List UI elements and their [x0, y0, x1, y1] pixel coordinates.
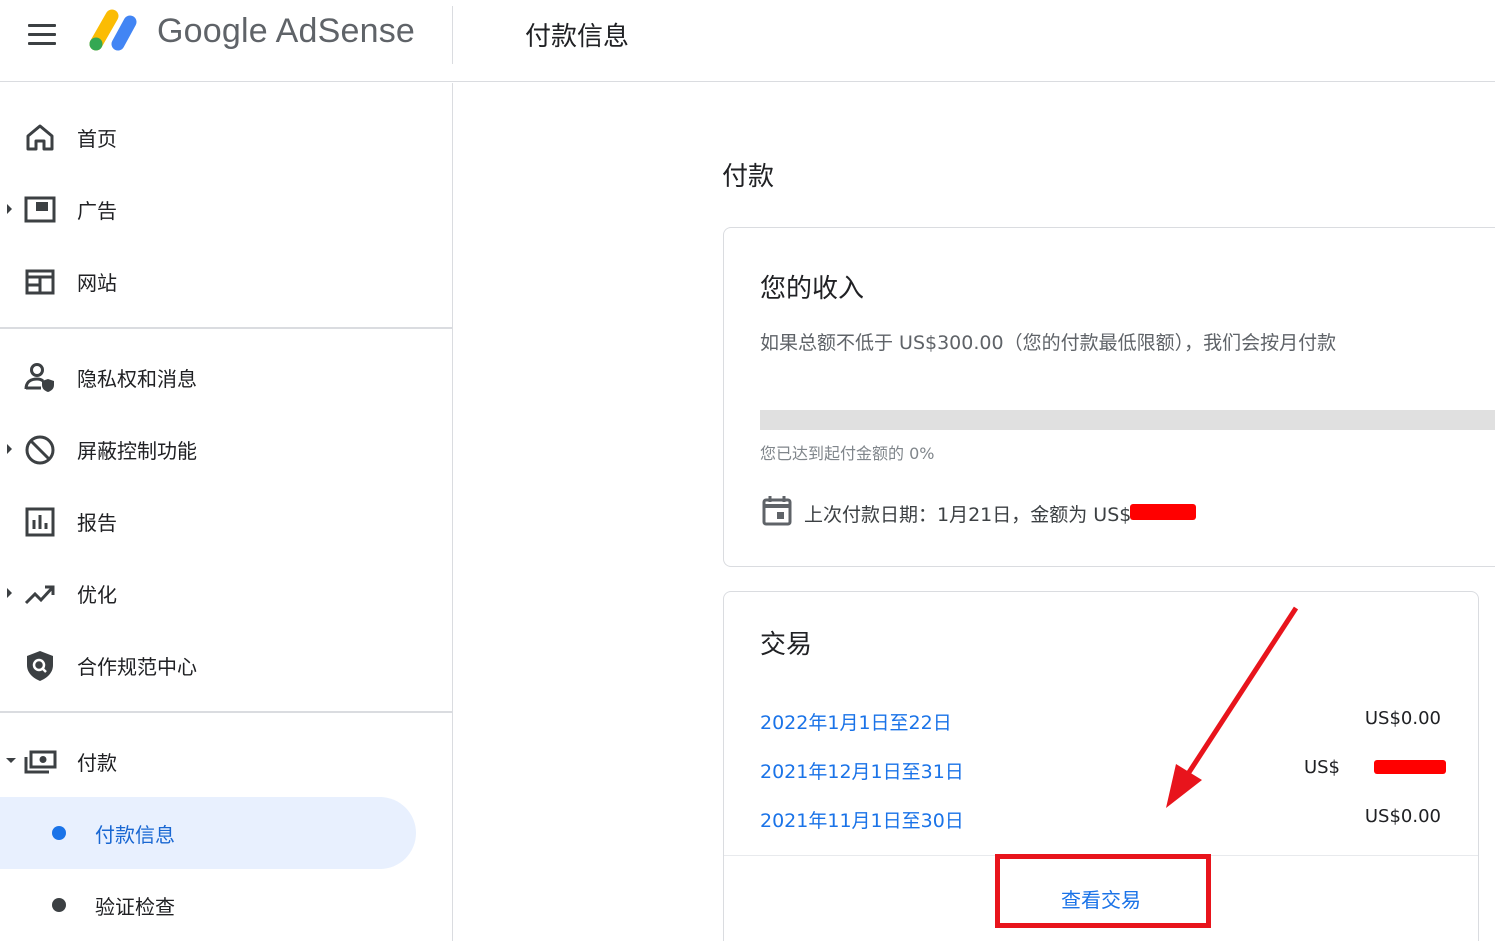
adsense-logo-icon: [89, 9, 137, 51]
sidebar-item-label: 报告: [77, 511, 117, 535]
sidebar-subitem-verification[interactable]: 验证检查: [0, 869, 416, 941]
page-title: 付款信息: [525, 22, 630, 52]
sidebar-subitem-label: 验证检查: [95, 895, 175, 919]
section-heading: 付款: [722, 162, 775, 192]
sidebar-item-label: 合作规范中心: [77, 655, 197, 679]
top-app-bar: Google AdSense 付款信息: [0, 0, 1495, 82]
transaction-amount: US$0.00: [1364, 806, 1441, 827]
sidebar-item-label: 网站: [77, 271, 117, 295]
sidebar-subitem-label: 付款信息: [95, 823, 175, 847]
sidebar-item-label: 首页: [77, 127, 117, 151]
sidebar-item-privacy[interactable]: 隐私权和消息: [0, 347, 452, 407]
income-card: 您的收入 如果总额不低于 US$300.00（您的付款最低限额），我们会按月付款…: [723, 227, 1495, 567]
transaction-date-link[interactable]: 2022年1月1日至22日: [760, 708, 952, 735]
sidebar-item-label: 广告: [77, 199, 117, 223]
payment-threshold-progress-bar: [760, 410, 1495, 430]
sidebar-item-blocking-controls[interactable]: 屏蔽控制功能: [0, 419, 452, 479]
bullet-dot-icon: [52, 898, 66, 912]
sidebar-item-reports[interactable]: 报告: [0, 491, 452, 551]
sites-icon: [25, 269, 55, 295]
privacy-icon: [24, 363, 54, 392]
expand-caret-icon[interactable]: [7, 444, 12, 454]
redaction-mark: [1374, 760, 1446, 774]
sidebar-item-label: 隐私权和消息: [77, 367, 197, 391]
ads-icon: [24, 196, 56, 223]
redaction-mark: [1130, 504, 1196, 520]
home-icon: [26, 124, 54, 151]
menu-icon[interactable]: [24, 20, 60, 50]
transaction-row: 2021年12月1日至31日 US$: [760, 755, 1444, 785]
expand-caret-icon[interactable]: [7, 204, 12, 214]
bullet-dot-icon: [52, 826, 66, 840]
sidebar-subitem-payment-info[interactable]: 付款信息: [0, 797, 416, 869]
sidebar-item-label: 屏蔽控制功能: [77, 439, 197, 463]
sidebar-item-optimization[interactable]: 优化: [0, 563, 452, 623]
annotation-highlight-box: [995, 854, 1211, 928]
sidebar-item-home[interactable]: 首页: [0, 107, 452, 167]
transaction-amount: US$0.00: [1364, 708, 1441, 729]
transaction-row: 2021年11月1日至30日 US$0.00: [760, 804, 1444, 834]
transaction-date-link[interactable]: 2021年11月1日至30日: [760, 806, 964, 833]
sidebar: 首页 广告 网站 隐私权和消息 屏蔽控制功能 报告 优化 合作规范中心 付款 付…: [0, 83, 453, 941]
transaction-date-link[interactable]: 2021年12月1日至31日: [760, 757, 964, 784]
annotation-arrow-icon: [1166, 606, 1299, 808]
sidebar-item-payments[interactable]: 付款: [0, 731, 452, 791]
header-divider: [452, 6, 453, 64]
sidebar-item-sites[interactable]: 网站: [0, 251, 452, 311]
progress-text: 您已达到起付金额的 0%: [760, 444, 935, 463]
block-icon: [25, 435, 55, 465]
collapse-caret-icon[interactable]: [6, 758, 16, 763]
sidebar-divider: [0, 711, 452, 713]
payments-icon: [24, 750, 57, 774]
sidebar-item-label: 付款: [77, 751, 117, 775]
sidebar-item-policy-center[interactable]: 合作规范中心: [0, 635, 452, 695]
brand-name: Google AdSense: [157, 12, 415, 50]
sidebar-divider: [0, 327, 452, 329]
trending-up-icon: [24, 585, 55, 605]
policy-shield-icon: [27, 651, 53, 681]
transaction-row: 2022年1月1日至22日 US$0.00: [760, 706, 1444, 736]
reports-icon: [25, 507, 55, 537]
last-payment-text: 上次付款日期：1月21日，金额为 US$: [804, 504, 1132, 526]
transactions-title: 交易: [760, 630, 813, 660]
income-description: 如果总额不低于 US$300.00（您的付款最低限额），我们会按月付款: [760, 332, 1337, 354]
sidebar-item-label: 优化: [77, 583, 117, 607]
income-title: 您的收入: [760, 274, 865, 304]
expand-caret-icon[interactable]: [7, 588, 12, 598]
sidebar-item-ads[interactable]: 广告: [0, 179, 452, 239]
calendar-icon: [762, 496, 792, 526]
